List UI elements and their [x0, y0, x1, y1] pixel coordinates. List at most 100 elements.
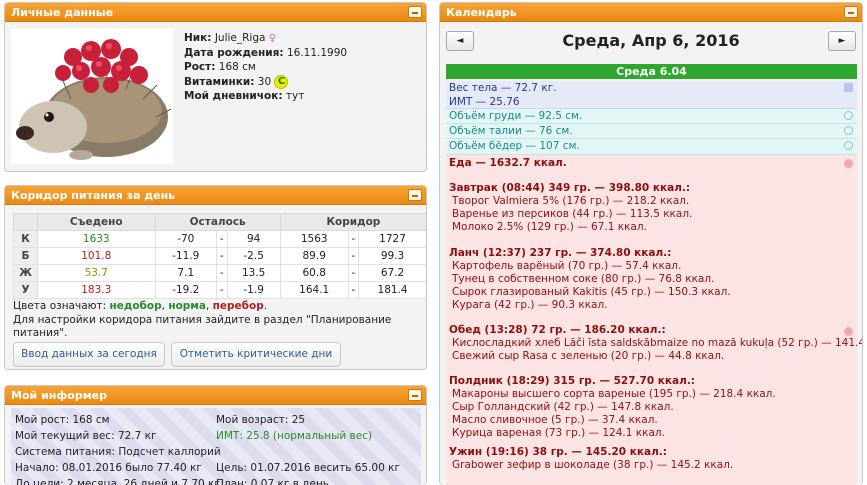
col-left: Осталось — [154, 213, 281, 231]
vitamin-icon: C — [274, 74, 289, 89]
table-row: Б 101.8 -11.9 - -2.5 89.9 - 99.3 — [13, 247, 426, 265]
list-item: Молоко 2.5% (129 гр.) — 67.1 ккал. — [452, 221, 647, 233]
legend-over: перебор — [212, 300, 264, 312]
diary-label: Мой дневничок: — [184, 89, 283, 102]
corridor-header: Коридор питания за день — [5, 186, 426, 205]
avatar — [11, 29, 173, 164]
eaten-value: 183.3 — [37, 281, 156, 299]
dash: - — [347, 247, 360, 265]
left-min: 7.1 — [154, 264, 218, 282]
informer-to-goal: До цели: 2 месяца, 26 дней и 7.70 кг — [15, 478, 220, 485]
list-item: Курица вареная (73 гр.) — 124.1 ккал. — [452, 427, 665, 439]
tape-icon — [844, 126, 853, 135]
birth-value: 16.11.1990 — [286, 47, 348, 60]
birth-label: Дата рождения: — [184, 47, 284, 60]
list-item: Grabower зефир в шоколаде (38 гр.) — 145… — [452, 459, 734, 471]
tape-icon — [844, 141, 853, 150]
food-entry[interactable]: Еда — 1632.7 ккал. Завтрак (08:44) 349 г… — [446, 155, 862, 485]
list-item: Сырок глазированый Kakitis (45 гр.) — 15… — [452, 286, 731, 298]
personal-header: Личные данные — [5, 3, 426, 22]
legend-under: недобор — [109, 300, 162, 312]
legend-norm: норма — [168, 300, 206, 312]
corridor-hint: Для настройки коридора питания зайдите в… — [13, 314, 392, 339]
meal-snack: Полдник (18:29) 315 гр. — 527.70 ккал.: — [449, 375, 696, 387]
personal-title: Личные данные — [11, 6, 114, 19]
minimize-icon[interactable] — [408, 389, 422, 401]
list-item: Сыр Голландский (42 гр.) — 147.8 ккал. — [452, 401, 674, 413]
apple-icon — [844, 327, 853, 336]
table-row: У 183.3 -19.2 - -1.9 164.1 - 181.4 — [13, 281, 426, 299]
list-item: Варенье из персиков (44 гр.) — 113.5 кка… — [452, 208, 693, 220]
height-value: 168 см — [218, 61, 256, 74]
dash: - — [347, 264, 360, 282]
eaten-value: 101.8 — [37, 247, 156, 265]
day-bar[interactable]: Среда 6.04 — [446, 64, 857, 79]
minimize-icon[interactable] — [844, 6, 858, 18]
informer-plan: План: 0.07 кг в день — [216, 478, 329, 485]
legend-prefix: Цвета означают: — [13, 300, 107, 312]
list-item: Кислосладкий хлеб Lāči īsta saldskābmaiz… — [452, 337, 863, 349]
weight-entry[interactable]: Вес тела — 72.7 кг. ИМТ — 25.76 — [446, 81, 857, 109]
dash: - — [216, 247, 228, 265]
calendar-date-title: Среда, Апр 6, 2016 — [562, 31, 740, 50]
left-max: -2.5 — [226, 247, 281, 265]
corridor-max: 181.4 — [358, 281, 426, 299]
hips-entry[interactable]: Объём бёдер — 107 см. — [446, 139, 857, 155]
tape-icon — [844, 111, 853, 120]
eaten-value: 1633 — [37, 230, 156, 248]
left-min: -19.2 — [154, 281, 218, 299]
corner-cell — [13, 213, 38, 231]
corridor-min: 89.9 — [279, 247, 349, 265]
table-row: К 1633 -70 - 94 1563 - 1727 — [13, 230, 426, 248]
hedgehog-image — [11, 29, 173, 164]
prev-day-button[interactable]: ◄ — [446, 31, 474, 51]
corridor-title: Коридор питания за день — [11, 189, 176, 202]
list-item: Курага (42 гр.) — 90.3 ккал. — [452, 299, 608, 311]
food-total: Еда — 1632.7 ккал. — [449, 157, 567, 169]
corridor-min: 1563 — [279, 230, 349, 248]
col-eaten: Съедено — [37, 213, 156, 231]
nick-label: Ник: — [184, 32, 212, 44]
informer-header: Мой информер — [5, 386, 426, 405]
informer-goal: Цель: 01.07.2016 весить 65.00 кг — [216, 462, 400, 474]
corridor-panel: Коридор питания за день Съедено Осталось… — [4, 185, 427, 370]
corridor-min: 60.8 — [279, 264, 349, 282]
informer-height: Мой рост: 168 см — [15, 414, 110, 426]
minimize-icon[interactable] — [408, 6, 422, 18]
calendar-panel: Календарь ◄ Среда, Апр 6, 2016 ► Среда 6… — [439, 2, 863, 485]
list-item: Творог Valmiera 5% (176 гр.) — 218.2 кка… — [452, 195, 690, 207]
list-item: Картофель варёный (70 гр.) — 57.4 ккал. — [452, 260, 682, 272]
dash: - — [216, 264, 228, 282]
personal-info: Ник: Julie_Riga ♀ Дата рождения: 16.11.1… — [184, 31, 347, 103]
col-corridor: Коридор — [279, 213, 426, 231]
scale-icon — [844, 83, 853, 92]
next-day-button[interactable]: ► — [828, 31, 856, 51]
personal-panel: Личные данные Ник: Julie_Riga ♀ Дата рож… — [4, 2, 427, 172]
height-label: Рост: — [184, 61, 216, 74]
bmi-value: ИМТ — 25.76 — [449, 96, 520, 108]
chest-value: Объём груди — 92.5 см. — [449, 110, 583, 122]
mark-critical-days-button[interactable]: Отметить критические дни — [171, 342, 341, 367]
meal-lunch: Ланч (12:37) 237 гр. — 374.80 ккал.: — [449, 247, 672, 259]
dash: - — [347, 230, 360, 248]
informer-title: Мой информер — [11, 389, 108, 402]
list-item: Свежий сыр Rasa с зеленью (20 гр.) — 44.… — [452, 350, 725, 362]
corridor-max: 67.2 — [358, 264, 426, 282]
informer-panel: Мой информер Мой рост: 168 см Мой возрас… — [4, 385, 427, 485]
left-min: -70 — [154, 230, 218, 248]
corridor-max: 1727 — [358, 230, 426, 248]
eaten-value: 53.7 — [37, 264, 156, 282]
nick-value: Julie_Riga — [214, 32, 266, 44]
minimize-icon[interactable] — [408, 189, 422, 201]
informer-weight: Мой текущий вес: 72.7 кг — [15, 430, 157, 442]
left-max: 13.5 — [226, 264, 281, 282]
waist-entry[interactable]: Объём талии — 76 см. — [446, 124, 857, 139]
row-label: Б — [13, 247, 38, 265]
color-legend: Цвета означают: недобор, норма, перебор. — [13, 300, 268, 312]
diary-link[interactable]: тут — [286, 90, 304, 102]
enter-today-button[interactable]: Ввод данных за сегодня — [13, 342, 165, 367]
calendar-header: Календарь — [440, 3, 862, 22]
weight-value: Вес тела — 72.7 кг. — [449, 82, 557, 94]
informer-body: Мой рост: 168 см Мой возраст: 25 Мой тек… — [11, 408, 421, 485]
chest-entry[interactable]: Объём груди — 92.5 см. — [446, 109, 857, 124]
